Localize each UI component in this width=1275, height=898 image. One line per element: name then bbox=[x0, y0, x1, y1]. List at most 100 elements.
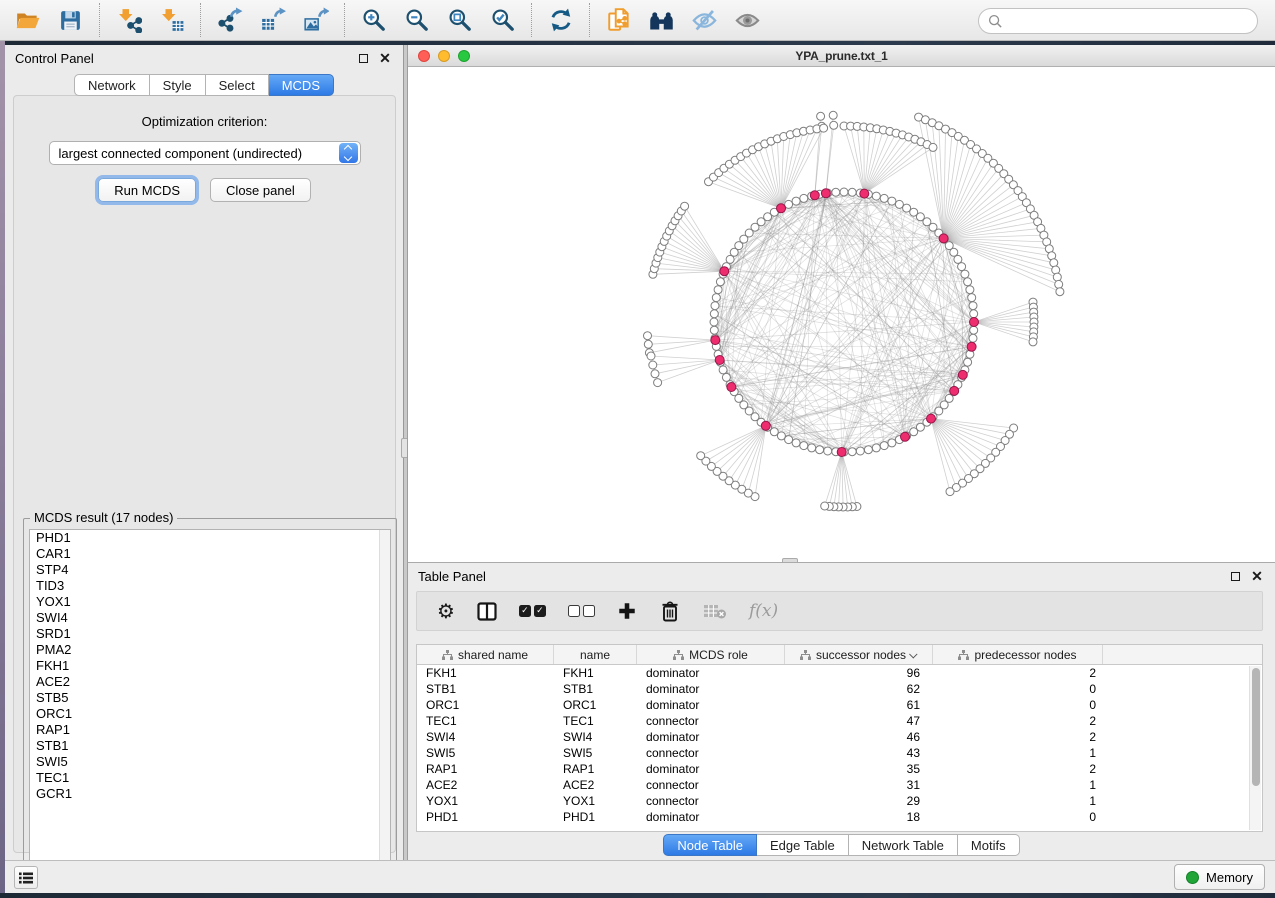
mcds-result-item[interactable]: PHD1 bbox=[30, 530, 390, 546]
import-network-button[interactable] bbox=[107, 2, 150, 38]
export-network-button[interactable] bbox=[208, 2, 251, 38]
table-row[interactable]: TEC1TEC1connector472 bbox=[417, 713, 1262, 729]
tab-style[interactable]: Style bbox=[150, 74, 206, 96]
tab-node-table[interactable]: Node Table bbox=[663, 834, 757, 856]
deselect-all-columns-button[interactable] bbox=[568, 598, 595, 624]
zoom-in-button[interactable] bbox=[352, 2, 395, 38]
table-row[interactable]: PHD1PHD1dominator180 bbox=[417, 809, 1262, 825]
mcds-result-item[interactable]: GCR1 bbox=[30, 786, 390, 802]
mcds-result-list[interactable]: PHD1CAR1STP4TID3YOX1SWI4SRD1PMA2FKH1ACE2… bbox=[29, 529, 391, 884]
zoom-fit-button[interactable] bbox=[438, 2, 481, 38]
select-all-columns-button[interactable]: ✓✓ bbox=[519, 598, 546, 624]
mcds-result-item[interactable]: SWI5 bbox=[30, 754, 390, 770]
delete-column-button[interactable] bbox=[659, 598, 681, 624]
column-label: successor nodes bbox=[816, 648, 906, 662]
column-header-shared-name[interactable]: shared name bbox=[417, 645, 554, 664]
table-row[interactable]: ACE2ACE2connector311 bbox=[417, 777, 1262, 793]
float-panel-button[interactable] bbox=[355, 50, 371, 66]
mcds-result-item[interactable]: ORC1 bbox=[30, 706, 390, 722]
table-row[interactable]: RAP1RAP1dominator352 bbox=[417, 761, 1262, 777]
network-graph[interactable] bbox=[408, 67, 1275, 562]
table-row[interactable]: SWI5SWI5connector431 bbox=[417, 745, 1262, 761]
run-mcds-button[interactable]: Run MCDS bbox=[98, 178, 196, 202]
table-cell: 46 bbox=[785, 729, 933, 745]
show-all-button[interactable] bbox=[726, 2, 769, 38]
import-network-icon bbox=[116, 7, 142, 33]
mcds-result-item[interactable]: ACE2 bbox=[30, 674, 390, 690]
list-scrollbar[interactable] bbox=[379, 530, 390, 883]
column-header-MCDS-role[interactable]: MCDS role bbox=[637, 645, 785, 664]
maximize-window-icon[interactable] bbox=[458, 50, 470, 62]
tab-motifs[interactable]: Motifs bbox=[958, 834, 1020, 856]
binoculars-button[interactable] bbox=[640, 2, 683, 38]
table-cell: SWI4 bbox=[417, 729, 554, 745]
save-session-button[interactable] bbox=[49, 2, 92, 38]
show-columns-button[interactable] bbox=[477, 598, 497, 624]
zoom-out-button[interactable] bbox=[395, 2, 438, 38]
column-header-successor-nodes[interactable]: successor nodes bbox=[785, 645, 933, 664]
tab-network-table[interactable]: Network Table bbox=[849, 834, 958, 856]
mcds-result-item[interactable]: RAP1 bbox=[30, 722, 390, 738]
network-canvas[interactable] bbox=[408, 67, 1275, 562]
float-table-panel-button[interactable] bbox=[1227, 568, 1243, 584]
clone-network-button[interactable] bbox=[597, 2, 640, 38]
function-builder-button-disabled[interactable]: f(x) bbox=[749, 598, 778, 624]
table-cell: TEC1 bbox=[554, 713, 637, 729]
table-scrollbar[interactable] bbox=[1249, 666, 1261, 830]
tab-mcds[interactable]: MCDS bbox=[269, 74, 334, 96]
export-table-button[interactable] bbox=[251, 2, 294, 38]
optimization-criterion-dropdown[interactable]: largest connected component (undirected) bbox=[49, 141, 361, 165]
refresh-button[interactable] bbox=[539, 2, 582, 38]
table-cell: 0 bbox=[933, 681, 1103, 697]
close-panel-button-mcds[interactable]: Close panel bbox=[210, 178, 311, 202]
column-header-name[interactable]: name bbox=[554, 645, 637, 664]
column-header-predecessor-nodes[interactable]: predecessor nodes bbox=[933, 645, 1103, 664]
table-toolbar: ⚙ ✓✓ f(x) bbox=[416, 591, 1263, 631]
table-scrollbar-thumb[interactable] bbox=[1252, 668, 1260, 786]
import-table-button[interactable] bbox=[150, 2, 193, 38]
tab-edge-table[interactable]: Edge Table bbox=[757, 834, 849, 856]
mcds-result-item[interactable]: STP4 bbox=[30, 562, 390, 578]
table-row[interactable]: STB1STB1dominator620 bbox=[417, 681, 1262, 697]
toolbar-separator bbox=[344, 3, 345, 37]
table-cell: 35 bbox=[785, 761, 933, 777]
network-titlebar[interactable]: YPA_prune.txt_1 bbox=[408, 45, 1275, 67]
close-panel-button[interactable]: ✕ bbox=[377, 50, 393, 66]
checked-box-icon: ✓ bbox=[519, 605, 531, 617]
mcds-result-item[interactable]: STB1 bbox=[30, 738, 390, 754]
tab-network[interactable]: Network bbox=[74, 74, 150, 96]
mcds-result-item[interactable]: TEC1 bbox=[30, 770, 390, 786]
table-settings-button[interactable]: ⚙ bbox=[437, 598, 455, 624]
mcds-result-item[interactable]: SWI4 bbox=[30, 610, 390, 626]
mcds-result-item[interactable]: TID3 bbox=[30, 578, 390, 594]
add-column-button[interactable] bbox=[617, 598, 637, 624]
control-panel-title: Control Panel bbox=[15, 51, 94, 66]
hide-selected-button[interactable] bbox=[683, 2, 726, 38]
tab-select[interactable]: Select bbox=[206, 74, 269, 96]
close-table-panel-button[interactable]: ✕ bbox=[1249, 568, 1265, 584]
table-row[interactable]: SWI4SWI4dominator462 bbox=[417, 729, 1262, 745]
mcds-result-item[interactable]: PMA2 bbox=[30, 642, 390, 658]
minimize-window-icon[interactable] bbox=[438, 50, 450, 62]
memory-button[interactable]: Memory bbox=[1174, 864, 1265, 890]
table-row[interactable]: YOX1YOX1connector291 bbox=[417, 793, 1262, 809]
mcds-result-item[interactable]: YOX1 bbox=[30, 594, 390, 610]
export-image-button[interactable] bbox=[294, 2, 337, 38]
open-file-button[interactable] bbox=[6, 2, 49, 38]
mcds-result-item[interactable]: STB5 bbox=[30, 690, 390, 706]
table-row[interactable]: ORC1ORC1dominator610 bbox=[417, 697, 1262, 713]
unchecked-box-icon bbox=[583, 605, 595, 617]
delete-table-icon bbox=[703, 603, 727, 620]
clone-network-icon bbox=[606, 7, 632, 33]
mcds-result-item[interactable]: CAR1 bbox=[30, 546, 390, 562]
delete-table-button-disabled[interactable] bbox=[703, 598, 727, 624]
mcds-result-item[interactable]: FKH1 bbox=[30, 658, 390, 674]
task-history-button[interactable] bbox=[14, 866, 38, 889]
close-window-icon[interactable] bbox=[418, 50, 430, 62]
search-input[interactable] bbox=[1009, 11, 1257, 31]
search-box[interactable] bbox=[978, 8, 1258, 34]
zoom-selected-button[interactable] bbox=[481, 2, 524, 38]
table-panel-title: Table Panel bbox=[418, 569, 486, 584]
table-row[interactable]: FKH1FKH1dominator962 bbox=[417, 665, 1262, 681]
mcds-result-item[interactable]: SRD1 bbox=[30, 626, 390, 642]
